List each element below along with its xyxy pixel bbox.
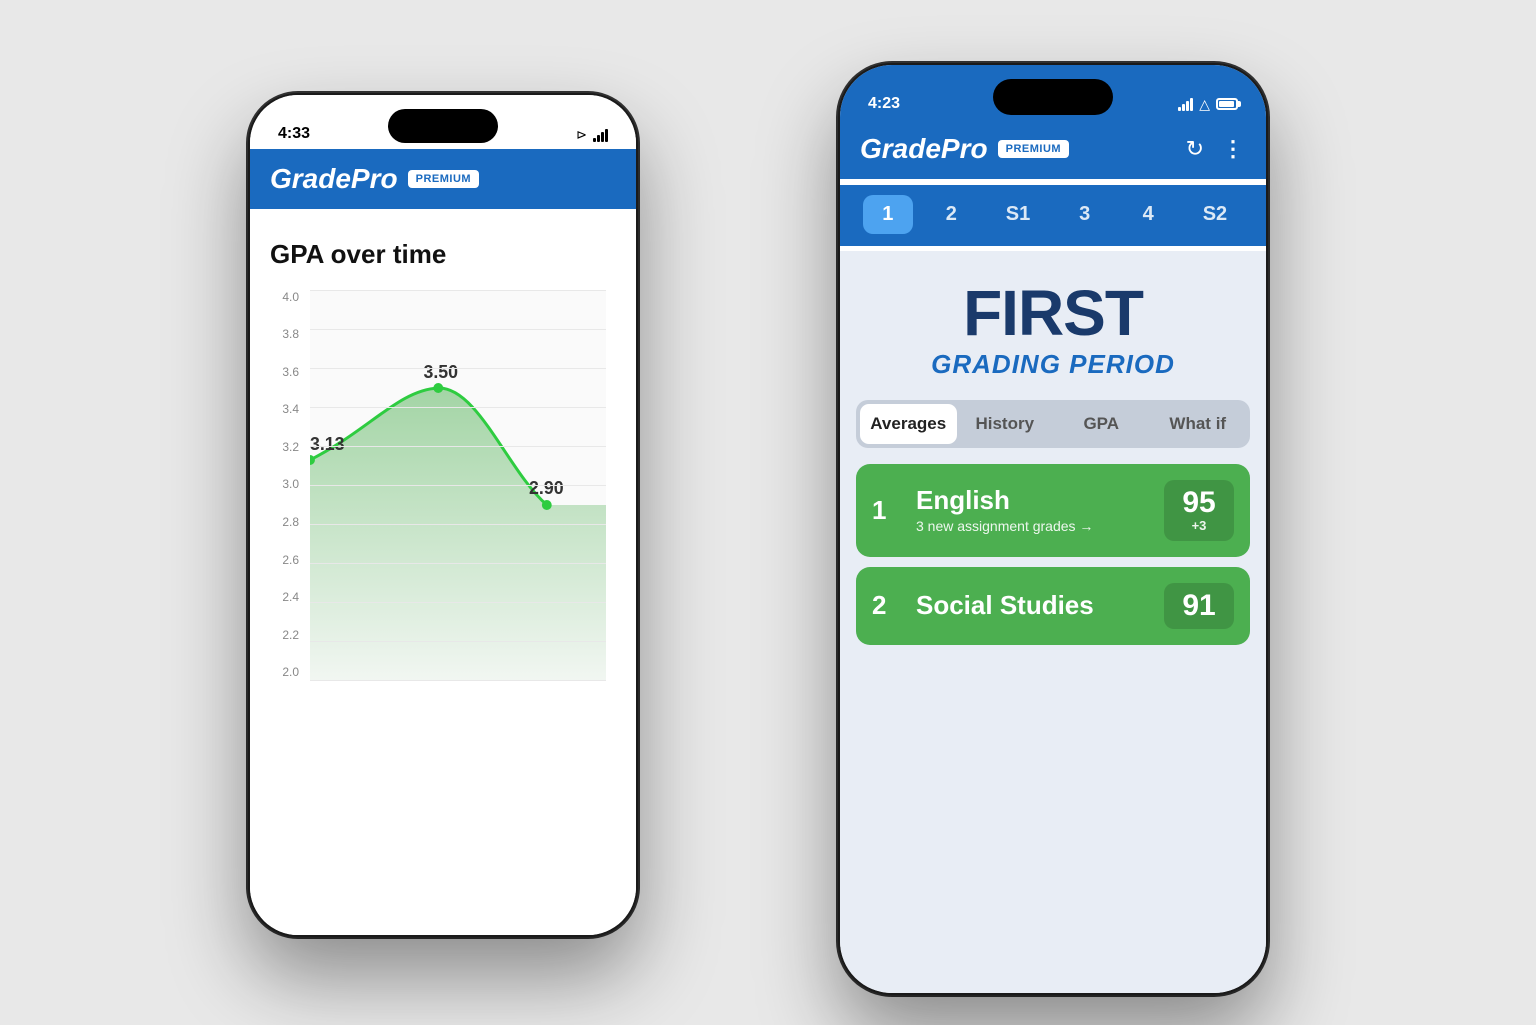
subtab-averages[interactable]: Averages — [860, 404, 957, 444]
front-logo-text: GradePro — [860, 133, 988, 165]
chart-title: GPA over time — [270, 239, 616, 270]
course-info-socialstudies: Social Studies — [916, 591, 1150, 620]
course-number-1: 1 — [872, 495, 902, 526]
chart-point-2 — [433, 383, 443, 393]
chart-plot: 3.13 3.50 2.90 — [310, 290, 606, 680]
front-app-header: GradePro PREMIUM ↻ ⋮ — [840, 119, 1266, 179]
subtab-history[interactable]: History — [957, 404, 1054, 444]
front-time: 4:23 — [868, 95, 900, 113]
front-app-logo: GradePro PREMIUM — [860, 133, 1069, 165]
grade-value-socialstudies: 91 — [1178, 591, 1220, 621]
wifi-icon: △ — [1199, 96, 1210, 113]
grade-value-english: 95 — [1178, 488, 1220, 518]
period-title-sub: GRADING PERIOD — [860, 349, 1246, 380]
phone-front: 4:23 △ GradeP — [838, 63, 1268, 995]
chart-label-3: 2.90 — [529, 477, 564, 497]
refresh-icon[interactable]: ↻ — [1186, 136, 1204, 162]
back-main-content: GPA over time 4.0 3.8 3.6 3.4 3.2 3.0 2.… — [250, 215, 636, 935]
subtab-gpa[interactable]: GPA — [1053, 404, 1150, 444]
back-app-logo: GradePro PREMIUM — [270, 163, 479, 195]
course-info-english: English 3 new assignment grades → — [916, 486, 1150, 534]
subtab-whatif[interactable]: What if — [1150, 404, 1247, 444]
chart-label-1: 3.13 — [310, 433, 345, 453]
signal-icon-front — [1178, 97, 1193, 111]
phones-container: 4:33 ⊳ GradePro PREMIUM — [218, 63, 1318, 963]
back-premium-badge: PREMIUM — [408, 170, 479, 188]
front-status-icons: △ — [1178, 96, 1238, 113]
course-grade-socialstudies: 91 — [1164, 583, 1234, 629]
tab-period-s2[interactable]: S2 — [1187, 195, 1243, 234]
back-status-icons: ⊳ — [576, 127, 608, 143]
location-icon: ⊳ — [576, 127, 587, 143]
tab-period-s1[interactable]: S1 — [990, 195, 1046, 234]
battery-icon — [1216, 98, 1238, 110]
chart-area: 4.0 3.8 3.6 3.4 3.2 3.0 2.8 2.6 2.4 2.2 … — [270, 290, 616, 710]
sub-tabs: Averages History GPA What if — [856, 400, 1250, 448]
period-tabs: 1 2 S1 3 4 S2 — [840, 185, 1266, 246]
dynamic-island-front — [993, 79, 1113, 115]
tab-period-1[interactable]: 1 — [863, 195, 913, 234]
course-subtitle-english: 3 new assignment grades → — [916, 518, 1150, 534]
back-time: 4:33 — [278, 125, 310, 143]
course-grade-english: 95 +3 — [1164, 480, 1234, 541]
period-title-section: FIRST GRADING PERIOD — [840, 251, 1266, 400]
period-title-main: FIRST — [860, 281, 1246, 345]
tab-period-3[interactable]: 3 — [1060, 195, 1110, 234]
phone-back: 4:33 ⊳ GradePro PREMIUM — [248, 93, 638, 937]
course-row-socialstudies[interactable]: 2 Social Studies 91 — [856, 567, 1250, 645]
tab-period-2[interactable]: 2 — [926, 195, 976, 234]
signal-icon-back — [593, 128, 608, 142]
back-logo-text: GradePro — [270, 163, 398, 195]
more-icon[interactable]: ⋮ — [1222, 136, 1246, 162]
chart-label-2: 3.50 — [423, 361, 458, 381]
main-content: FIRST GRADING PERIOD Averages History GP… — [840, 251, 1266, 993]
grade-delta-english: +3 — [1178, 518, 1220, 533]
back-app-header: GradePro PREMIUM — [250, 149, 636, 209]
course-number-2: 2 — [872, 590, 902, 621]
course-row-english[interactable]: 1 English 3 new assignment grades → 95 +… — [856, 464, 1250, 557]
chart-point-3 — [542, 500, 552, 510]
dynamic-island-back — [388, 109, 498, 143]
course-name-english: English — [916, 486, 1150, 515]
front-premium-badge: PREMIUM — [998, 140, 1069, 158]
header-actions: ↻ ⋮ — [1186, 136, 1246, 162]
course-name-socialstudies: Social Studies — [916, 591, 1150, 620]
tab-period-4[interactable]: 4 — [1123, 195, 1173, 234]
y-axis: 4.0 3.8 3.6 3.4 3.2 3.0 2.8 2.6 2.4 2.2 … — [270, 290, 305, 680]
